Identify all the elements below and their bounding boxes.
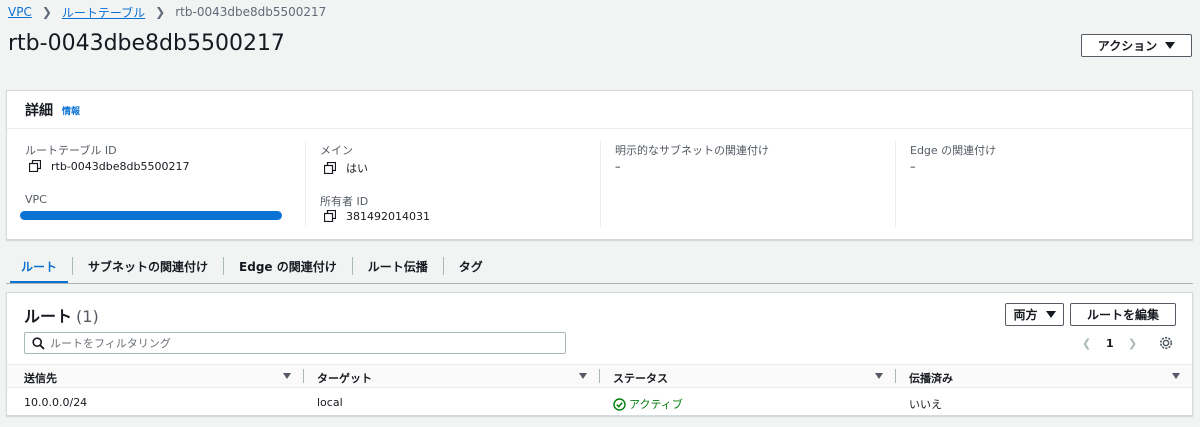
breadcrumb-vpc-link[interactable]: VPC (8, 5, 32, 19)
route-status-text: アクティブ (629, 398, 683, 411)
route-table-id-text: rtb-0043dbe8db5500217 (51, 160, 190, 173)
caret-down-icon (1045, 311, 1056, 318)
caret-down-icon (1165, 42, 1176, 49)
edit-routes-button[interactable]: ルートを編集 (1070, 303, 1176, 326)
tab-edge-associations[interactable]: Edge の関連付け (224, 254, 352, 280)
info-link[interactable]: 情報 (62, 104, 80, 117)
gear-icon[interactable] (1158, 335, 1174, 351)
routes-heading: ルート (1) (24, 303, 99, 327)
main-value-text: はい (346, 162, 368, 175)
copy-icon[interactable] (324, 210, 337, 223)
tab-bar: ルート サブネットの関連付け Edge の関連付け ルート伝播 タグ (6, 254, 498, 284)
vpc-value-redacted (20, 211, 282, 220)
main-label: メイン (320, 144, 353, 157)
route-status-cell: アクティブ (613, 396, 683, 412)
breadcrumb-route-tables-link[interactable]: ルートテーブル (62, 4, 145, 21)
tab-tags[interactable]: タグ (444, 254, 498, 280)
owner-id-text: 381492014031 (346, 210, 430, 223)
breadcrumb-current: rtb-0043dbe8db5500217 (175, 5, 327, 19)
page-title: rtb-0043dbe8db5500217 (8, 31, 285, 56)
page-number[interactable]: 1 (1106, 337, 1114, 350)
owner-id-value: 381492014031 (324, 210, 430, 223)
route-target-cell: local (317, 396, 343, 409)
routes-table-header: 送信先 ターゲット ステータス 伝播済み (7, 364, 1192, 388)
copy-icon[interactable] (324, 161, 337, 175)
previous-page-icon[interactable]: ❮ (1082, 337, 1091, 350)
route-filter-search[interactable] (24, 332, 566, 354)
column-resizer[interactable] (303, 369, 304, 383)
chevron-right-icon: ❯ (41, 5, 52, 19)
routes-count: (1) (76, 307, 99, 326)
tabs-underline (6, 283, 1193, 284)
column-header-propagated[interactable]: 伝播済み (909, 370, 953, 386)
column-header-target[interactable]: ターゲット (317, 370, 372, 386)
edit-routes-label: ルートを編集 (1086, 308, 1159, 322)
next-page-icon[interactable]: ❯ (1128, 337, 1137, 350)
tab-routes[interactable]: ルート (6, 254, 72, 284)
column-resizer[interactable] (599, 369, 600, 383)
column-header-destination[interactable]: 送信先 (24, 370, 57, 386)
routes-title: ルート (24, 307, 73, 326)
sort-icon[interactable] (283, 373, 291, 379)
sort-icon[interactable] (1172, 373, 1180, 379)
route-destination-cell: 10.0.0.0/24 (24, 396, 88, 409)
explicit-subnet-value: – (615, 160, 621, 173)
details-title: 詳細 (25, 103, 53, 119)
route-table-id-label: ルートテーブル ID (25, 144, 117, 157)
tab-route-propagation[interactable]: ルート伝播 (353, 254, 443, 280)
copy-icon[interactable] (29, 160, 42, 173)
column-divider (895, 141, 896, 227)
actions-button-label: アクション (1097, 39, 1158, 53)
owner-id-label: 所有者 ID (320, 195, 369, 208)
routes-panel: ルート(1) 両方 ルートを編集 ❮ 1 ❯ 送信先 ターゲット ステータス 伝… (6, 292, 1193, 416)
check-circle-icon (613, 397, 626, 411)
column-header-status[interactable]: ステータス (613, 370, 668, 386)
actions-button[interactable]: アクション (1081, 34, 1192, 57)
main-value: はい (324, 160, 368, 176)
edge-association-label: Edge の関連付け (910, 144, 997, 157)
route-propagated-cell: いいえ (909, 398, 942, 411)
column-resizer[interactable] (895, 369, 896, 383)
search-icon (32, 337, 45, 350)
route-filter-input[interactable] (50, 335, 550, 351)
route-table-id-value: rtb-0043dbe8db5500217 (29, 160, 189, 173)
column-divider (305, 141, 306, 227)
filter-both-label: 両方 (1013, 308, 1038, 322)
chevron-right-icon: ❯ (155, 5, 166, 19)
edge-association-value: – (910, 160, 916, 173)
sort-icon[interactable] (875, 373, 883, 379)
explicit-subnet-label: 明示的なサブネットの関連付け (615, 144, 769, 157)
breadcrumb: VPC ❯ ルートテーブル ❯ rtb-0043dbe8db5500217 (8, 4, 326, 20)
tab-subnet-associations[interactable]: サブネットの関連付け (73, 254, 223, 280)
column-divider (600, 141, 601, 227)
sort-icon[interactable] (579, 373, 587, 379)
details-panel: 詳細 情報 ルートテーブル ID rtb-0043dbe8db5500217 V… (6, 90, 1193, 240)
details-header: 詳細 情報 (7, 91, 1192, 129)
vpc-label: VPC (25, 193, 47, 206)
filter-both-dropdown[interactable]: 両方 (1005, 303, 1064, 326)
